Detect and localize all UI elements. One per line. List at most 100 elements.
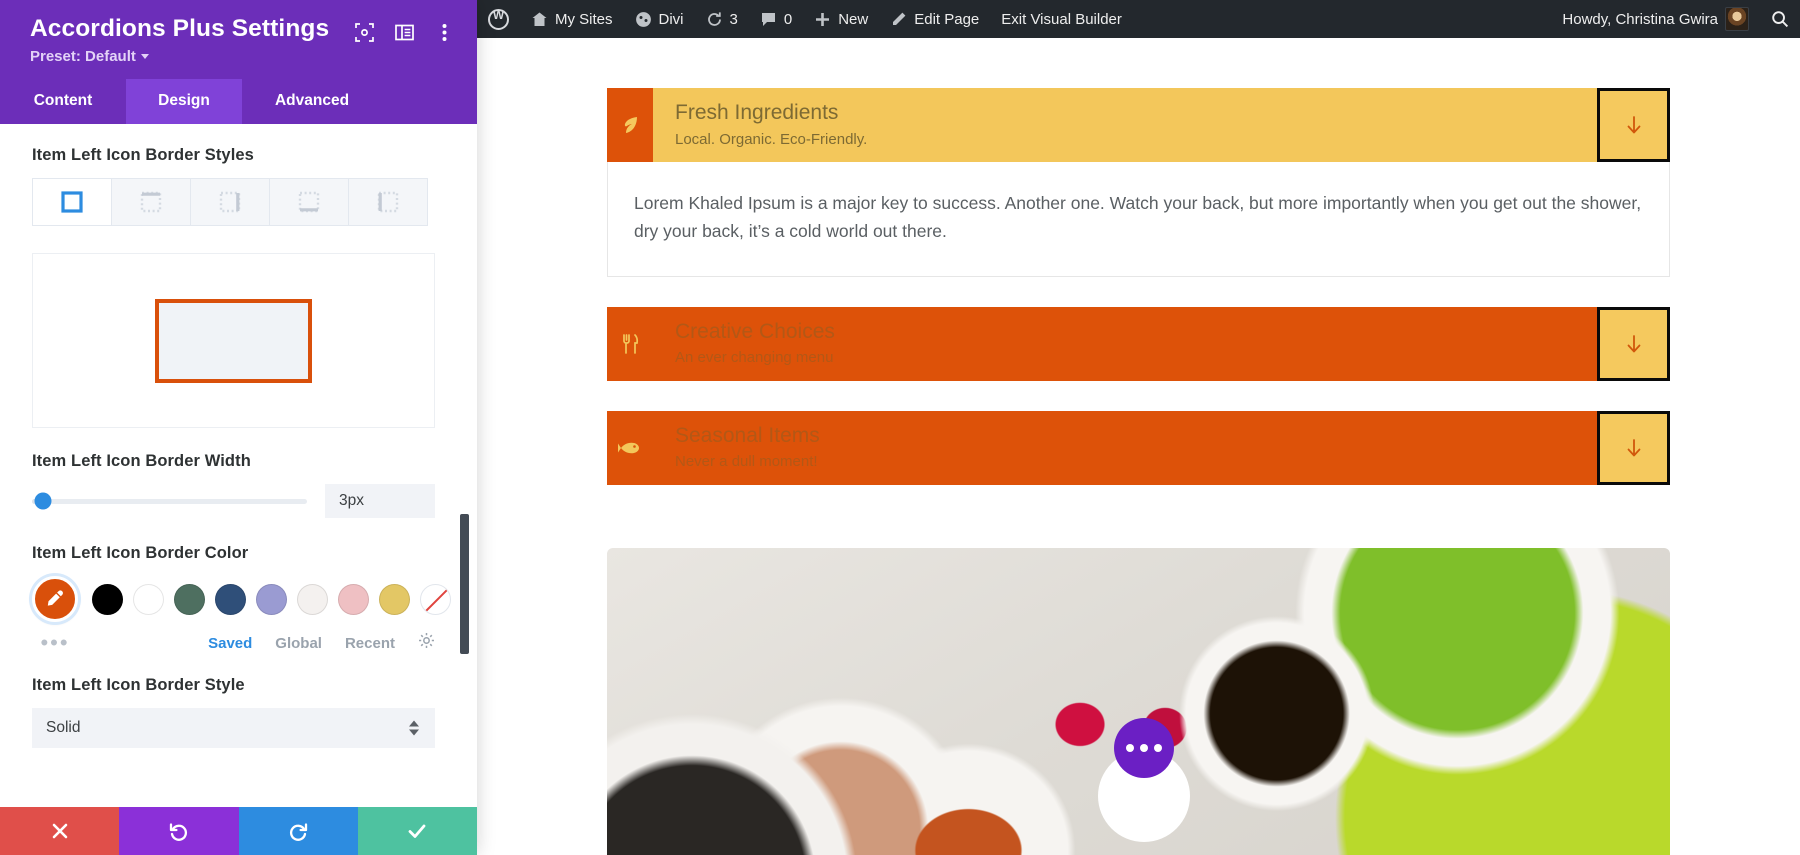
accordion-header[interactable]: Creative Choices An ever changing menu bbox=[607, 306, 1670, 381]
plus-icon bbox=[814, 11, 831, 28]
border-style-label: Item Left Icon Border Style bbox=[32, 676, 245, 694]
border-style-left-button[interactable] bbox=[348, 178, 428, 226]
color-swatch[interactable] bbox=[379, 583, 410, 615]
accordion-toggle-button[interactable] bbox=[1597, 410, 1670, 485]
divi-menu[interactable]: Divi bbox=[624, 0, 695, 38]
border-color-label: Item Left Icon Border Color bbox=[32, 544, 249, 562]
accordion-title: Fresh Ingredients bbox=[675, 101, 839, 125]
layout-panel-icon[interactable] bbox=[393, 21, 415, 43]
accordion-toggle-button[interactable] bbox=[1597, 88, 1670, 162]
color-tab-saved[interactable]: Saved bbox=[208, 635, 252, 652]
color-swatch[interactable] bbox=[133, 583, 164, 615]
border-styles-label: Item Left Icon Border Styles bbox=[32, 146, 254, 164]
color-swatch-meta: ••• Saved Global Recent bbox=[32, 632, 435, 654]
panel-tabs: Content Design Advanced bbox=[0, 79, 477, 124]
color-swatch[interactable] bbox=[297, 583, 328, 615]
border-width-input[interactable]: 3px bbox=[325, 484, 435, 518]
settings-panel: Accordions Plus Settings Preset: Default… bbox=[0, 0, 477, 855]
accordion-title: Seasonal Items bbox=[675, 424, 820, 448]
adminbar-search-button[interactable] bbox=[1760, 0, 1800, 38]
comments-icon bbox=[760, 11, 777, 28]
panel-header-icons bbox=[353, 16, 455, 43]
page-title: Accordions Plus Settings bbox=[30, 15, 330, 42]
accordion-header[interactable]: Seasonal Items Never a dull moment! bbox=[607, 410, 1670, 485]
panel-header: Accordions Plus Settings Preset: Default bbox=[0, 0, 477, 79]
color-swatch-row bbox=[32, 576, 451, 622]
tab-content[interactable]: Content bbox=[0, 79, 126, 124]
accordion-module: Fresh Ingredients Local. Organic. Eco-Fr… bbox=[607, 88, 1670, 485]
accordion-header[interactable]: Fresh Ingredients Local. Organic. Eco-Fr… bbox=[607, 88, 1670, 162]
exit-visual-builder-label: Exit Visual Builder bbox=[1001, 10, 1122, 28]
more-colors-button[interactable]: ••• bbox=[32, 632, 78, 654]
border-width-control: 3px bbox=[32, 484, 435, 518]
accordion-subtitle: Local. Organic. Eco-Friendly. bbox=[675, 130, 868, 148]
panel-body: Item Left Icon Border Styles Item Left I… bbox=[0, 124, 477, 807]
wordpress-logo-icon bbox=[488, 8, 509, 30]
border-style-bottom-button[interactable] bbox=[269, 178, 349, 226]
color-swatch[interactable] bbox=[256, 583, 287, 615]
accordion-item: Creative Choices An ever changing menu bbox=[607, 306, 1670, 381]
new-label: New bbox=[838, 10, 869, 28]
accordion-subtitle: Never a dull moment! bbox=[675, 453, 818, 471]
border-style-right-button[interactable] bbox=[190, 178, 270, 226]
border-width-slider[interactable] bbox=[32, 492, 307, 510]
border-width-label: Item Left Icon Border Width bbox=[32, 452, 251, 470]
visual-builder-canvas: Fresh Ingredients Local. Organic. Eco-Fr… bbox=[477, 38, 1800, 855]
select-arrows-icon bbox=[409, 720, 419, 736]
preset-selector[interactable]: Preset: Default bbox=[30, 43, 455, 79]
border-style-value: Solid bbox=[46, 719, 81, 736]
accordion-body-text: Lorem Khaled Ipsum is a major key to suc… bbox=[634, 193, 1642, 242]
redo-button[interactable] bbox=[238, 807, 358, 855]
undo-button[interactable] bbox=[119, 807, 239, 855]
edit-page-label: Edit Page bbox=[914, 10, 980, 28]
color-swatch[interactable] bbox=[215, 583, 246, 615]
fish-icon bbox=[607, 411, 653, 485]
slider-handle[interactable] bbox=[34, 492, 52, 510]
accordion-header-text: Seasonal Items Never a dull moment! bbox=[653, 411, 1597, 485]
accordion-body: Lorem Khaled Ipsum is a major key to suc… bbox=[607, 162, 1670, 277]
more-vertical-icon[interactable] bbox=[433, 21, 455, 43]
color-swatch[interactable] bbox=[92, 583, 123, 615]
sites-icon bbox=[531, 11, 548, 28]
panel-scrollbar[interactable] bbox=[460, 514, 469, 654]
color-tab-global[interactable]: Global bbox=[275, 635, 322, 652]
divi-icon bbox=[635, 11, 652, 28]
preset-label: Preset: Default bbox=[30, 48, 136, 65]
accordion-header-text: Creative Choices An ever changing menu bbox=[653, 307, 1597, 381]
color-swatch-none[interactable] bbox=[420, 583, 451, 615]
tab-advanced[interactable]: Advanced bbox=[242, 79, 382, 124]
color-swatch[interactable] bbox=[174, 583, 205, 615]
updates-count: 3 bbox=[729, 10, 738, 28]
tab-design[interactable]: Design bbox=[126, 79, 242, 124]
accordion-toggle-button[interactable] bbox=[1597, 306, 1670, 381]
account-menu[interactable]: Howdy, Christina Gwira bbox=[1551, 0, 1760, 38]
exit-visual-builder-button[interactable]: Exit Visual Builder bbox=[990, 0, 1133, 38]
panel-action-bar bbox=[0, 807, 477, 855]
chevron-down-icon bbox=[140, 54, 149, 59]
accordion-item: Seasonal Items Never a dull moment! bbox=[607, 410, 1670, 485]
focus-icon[interactable] bbox=[353, 21, 375, 43]
divi-label: Divi bbox=[658, 10, 684, 28]
howdy-label: Howdy, Christina Gwira bbox=[1562, 10, 1718, 28]
discard-button[interactable] bbox=[0, 807, 120, 855]
wordpress-logo-menu[interactable] bbox=[477, 0, 520, 38]
active-color-swatch[interactable] bbox=[32, 576, 78, 622]
my-sites-menu[interactable]: My Sites bbox=[520, 0, 624, 38]
gear-icon[interactable] bbox=[418, 632, 435, 654]
border-style-top-button[interactable] bbox=[111, 178, 191, 226]
save-button[interactable] bbox=[357, 807, 477, 855]
color-tab-recent[interactable]: Recent bbox=[345, 635, 395, 652]
wp-admin-bar: My Sites Divi 3 0 New bbox=[477, 0, 1800, 38]
accordion-title: Creative Choices bbox=[675, 320, 835, 344]
search-icon bbox=[1771, 10, 1789, 28]
updates-menu[interactable]: 3 bbox=[695, 0, 749, 38]
new-menu[interactable]: New bbox=[803, 0, 879, 38]
edit-page-menu[interactable]: Edit Page bbox=[879, 0, 990, 38]
divi-fab-button[interactable] bbox=[1114, 718, 1174, 778]
color-swatch[interactable] bbox=[338, 583, 369, 615]
my-sites-label: My Sites bbox=[555, 10, 613, 28]
comments-menu[interactable]: 0 bbox=[749, 0, 803, 38]
border-style-select[interactable]: Solid bbox=[32, 708, 435, 748]
avatar bbox=[1725, 7, 1749, 31]
border-style-all-sides-button[interactable] bbox=[32, 178, 112, 226]
